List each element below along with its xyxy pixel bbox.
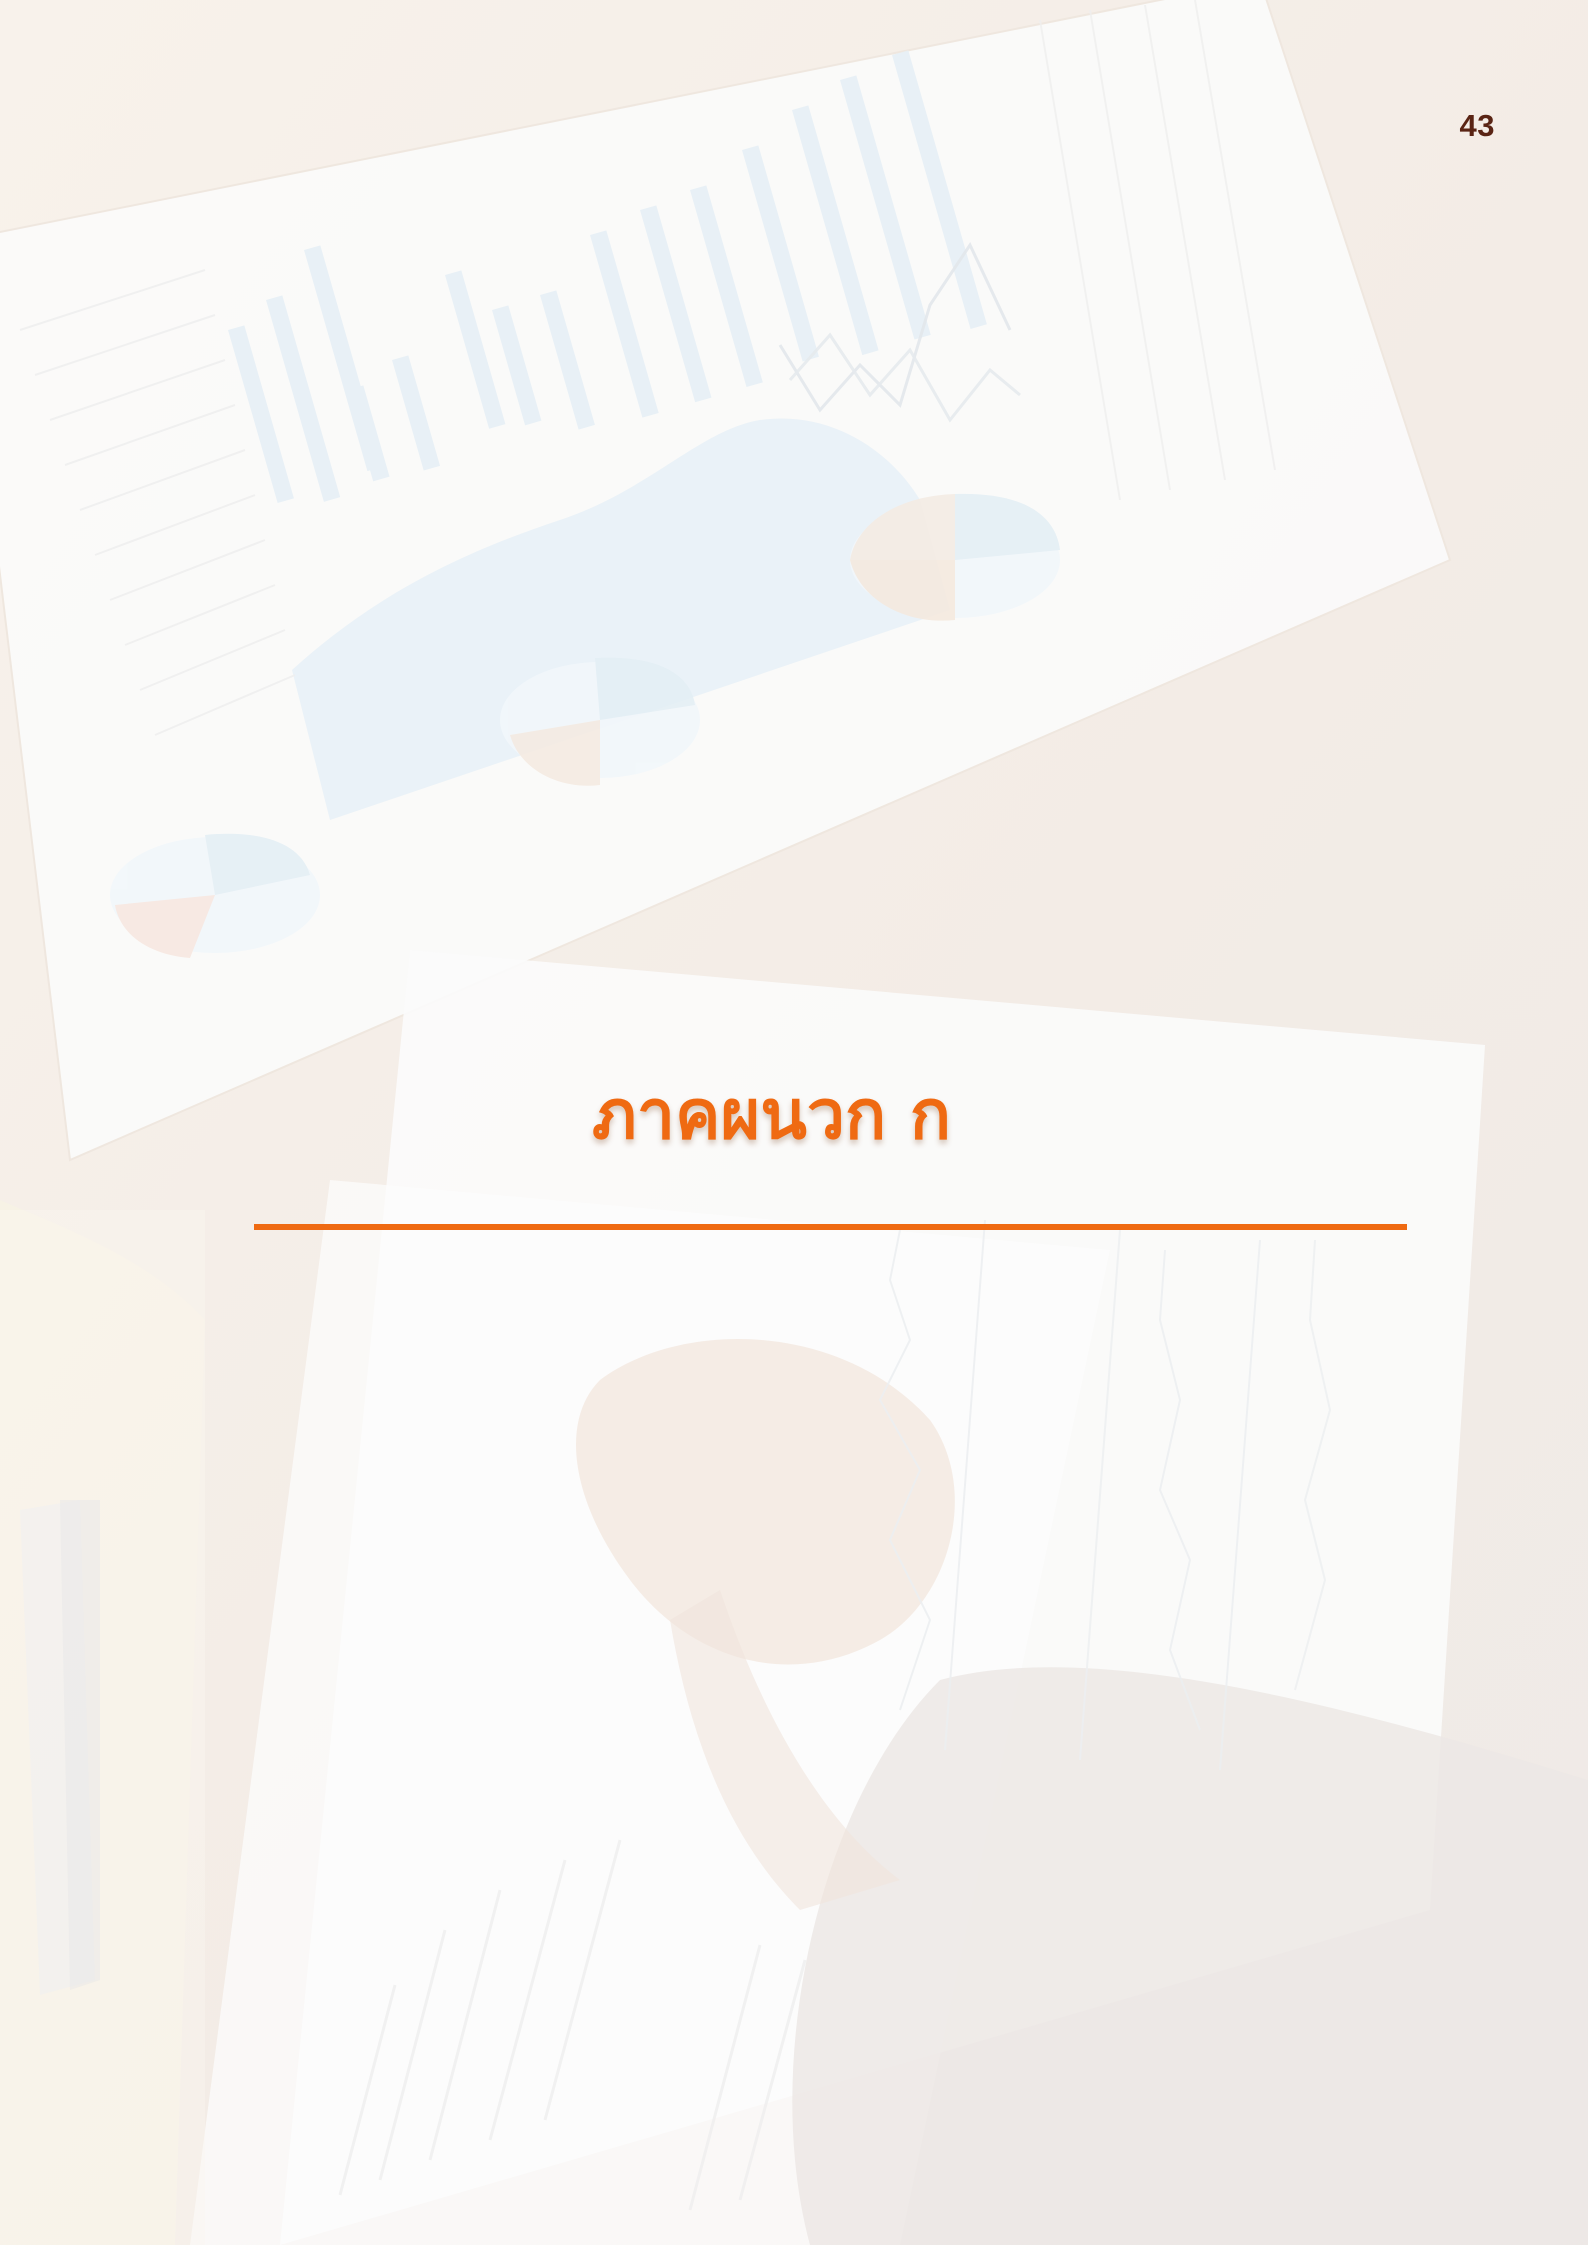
document-page: 43 ภาคผนวก ก (0, 0, 1588, 2245)
page-number: 43 (1459, 108, 1495, 143)
section-title: ภาคผนวก ก (592, 1076, 952, 1155)
title-divider (254, 1224, 1407, 1230)
